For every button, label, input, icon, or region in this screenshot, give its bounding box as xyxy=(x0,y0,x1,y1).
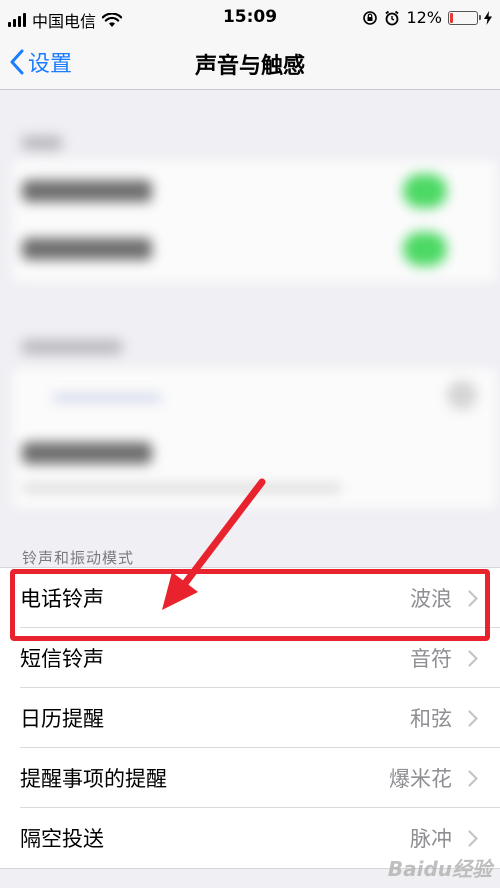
watermark: Baidu经验 xyxy=(387,857,492,881)
pointer-arrow-icon xyxy=(162,478,266,610)
